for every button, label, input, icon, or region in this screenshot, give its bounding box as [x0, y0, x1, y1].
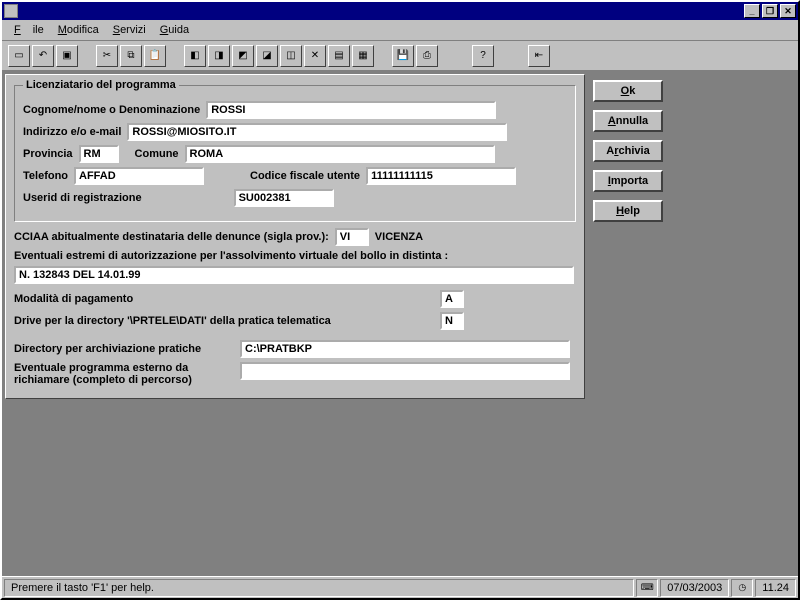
label-extprog-1: Eventuale programma esterno da: [14, 362, 234, 374]
titlebar: _ ❐ ✕: [2, 2, 798, 20]
label-telefono: Telefono: [23, 170, 68, 182]
annulla-button[interactable]: Annulla: [593, 110, 663, 132]
menu-modifica[interactable]: Modifica: [52, 22, 105, 38]
side-button-panel: OOkk Annulla Archivia Importa Help: [593, 74, 663, 222]
fieldset-legend: Licenziatario del programma: [23, 79, 179, 91]
label-indirizzo: Indirizzo e/o e-mail: [23, 126, 121, 138]
ok-button[interactable]: OOkk: [593, 80, 663, 102]
importa-button[interactable]: Importa: [593, 170, 663, 192]
tb-new-icon[interactable]: ▭: [8, 45, 30, 67]
tb-help-icon[interactable]: ?: [472, 45, 494, 67]
tb-btn-h-icon[interactable]: ▦: [352, 45, 374, 67]
app-window: _ ❐ ✕ File Modifica Servizi Guida ▭ ↶ ▣ …: [0, 0, 800, 600]
label-codfisc: Codice fiscale utente: [250, 170, 360, 182]
tb-cut-icon[interactable]: ✂: [96, 45, 118, 67]
tb-btn-d-icon[interactable]: ◪: [256, 45, 278, 67]
tb-btn-a-icon[interactable]: ◧: [184, 45, 206, 67]
input-cognome[interactable]: [206, 101, 496, 119]
tb-undo-icon[interactable]: ↶: [32, 45, 54, 67]
tb-paste-icon[interactable]: 📋: [144, 45, 166, 67]
label-drive: Drive per la directory '\PRTELE\DATI' de…: [14, 315, 434, 327]
input-modalita[interactable]: [440, 290, 464, 308]
label-dirarch: Directory per archiviazione pratiche: [14, 343, 234, 355]
label-bollo: Eventuali estremi di autorizzazione per …: [14, 250, 576, 262]
close-button[interactable]: ✕: [780, 4, 796, 18]
status-date: 07/03/2003: [660, 579, 729, 597]
status-message: Premere il tasto 'F1' per help.: [4, 579, 634, 597]
label-modalita: Modalità di pagamento: [14, 293, 434, 305]
input-extprog[interactable]: [240, 362, 570, 380]
tb-btn-c-icon[interactable]: ◩: [232, 45, 254, 67]
label-provincia: Provincia: [23, 148, 73, 160]
minimize-button[interactable]: _: [744, 4, 760, 18]
label-cognome: Cognome/nome o Denominazione: [23, 104, 200, 116]
licenziatario-fieldset: Licenziatario del programma Cognome/nome…: [14, 79, 576, 222]
toolbar: ▭ ↶ ▣ ✂ ⧉ 📋 ◧ ◨ ◩ ◪ ◫ ✕ ▤ ▦ 💾 ⎙ ? ⇤: [2, 41, 798, 71]
menu-guida[interactable]: Guida: [154, 22, 195, 38]
main-panel: Licenziatario del programma Cognome/nome…: [5, 74, 585, 399]
tb-print-icon[interactable]: ⎙: [416, 45, 438, 67]
cciaa-name: VICENZA: [375, 231, 423, 243]
status-time: 11.24: [755, 579, 796, 597]
input-comune[interactable]: [185, 145, 495, 163]
tb-open-icon[interactable]: ▣: [56, 45, 78, 67]
tb-exit-icon[interactable]: ⇤: [528, 45, 550, 67]
input-dirarch[interactable]: [240, 340, 570, 358]
input-provincia[interactable]: [79, 145, 119, 163]
input-telefono[interactable]: [74, 167, 204, 185]
status-clock-icon: ◷: [731, 579, 753, 597]
help-button[interactable]: Help: [593, 200, 663, 222]
input-cciaa[interactable]: [335, 228, 369, 246]
content-area: Licenziatario del programma Cognome/nome…: [2, 71, 798, 576]
maximize-button[interactable]: ❐: [762, 4, 778, 18]
menu-servizi[interactable]: Servizi: [107, 22, 152, 38]
status-keyboard-icon: ⌨: [636, 579, 658, 597]
input-userid[interactable]: [234, 189, 334, 207]
archivia-button[interactable]: Archivia: [593, 140, 663, 162]
menubar: File Modifica Servizi Guida: [2, 20, 798, 41]
tb-copy-icon[interactable]: ⧉: [120, 45, 142, 67]
label-cciaa: CCIAA abitualmente destinataria delle de…: [14, 231, 329, 243]
menu-file[interactable]: File: [8, 22, 50, 38]
statusbar: Premere il tasto 'F1' per help. ⌨ 07/03/…: [2, 576, 798, 598]
tb-btn-b-icon[interactable]: ◨: [208, 45, 230, 67]
input-drive[interactable]: [440, 312, 464, 330]
tb-btn-e-icon[interactable]: ◫: [280, 45, 302, 67]
tb-save-icon[interactable]: 💾: [392, 45, 414, 67]
input-indirizzo[interactable]: [127, 123, 507, 141]
tb-btn-f-icon[interactable]: ✕: [304, 45, 326, 67]
label-userid: Userid di registrazione: [23, 192, 142, 204]
input-bollo[interactable]: [14, 266, 574, 284]
app-icon: [4, 4, 18, 18]
input-codfisc[interactable]: [366, 167, 516, 185]
label-comune: Comune: [135, 148, 179, 160]
tb-btn-g-icon[interactable]: ▤: [328, 45, 350, 67]
label-extprog-2: richiamare (completo di percorso): [14, 374, 234, 386]
